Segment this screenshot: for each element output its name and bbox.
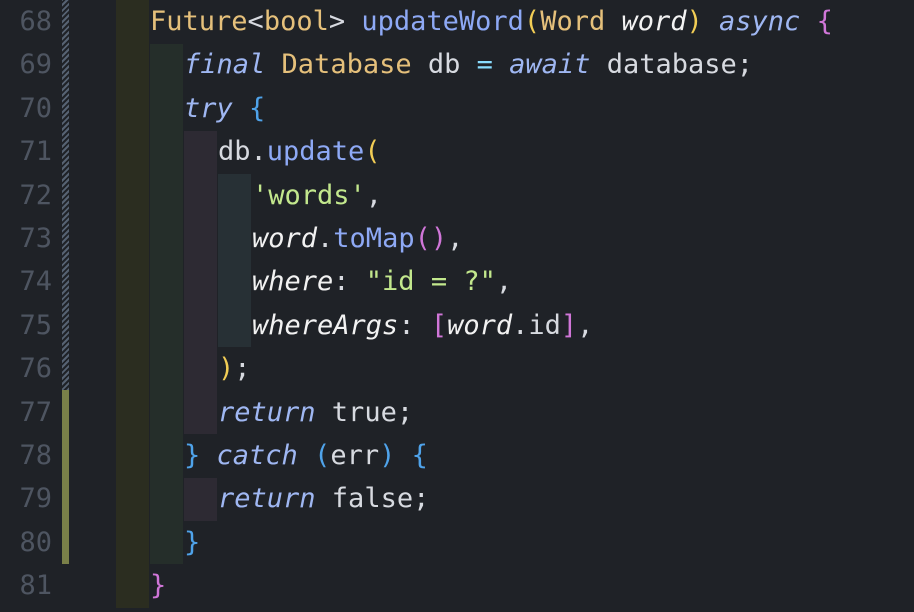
code-line[interactable]: } [150,564,166,607]
modified-lines-marker[interactable] [62,0,69,390]
identifier-token: true; [315,396,414,428]
indent-guide [184,131,217,434]
code-line[interactable]: } catch (err) { [184,434,428,477]
brace-token: { [232,92,266,124]
parameter-token: word [252,223,318,254]
code-line[interactable]: 'words', [252,174,382,217]
code-line[interactable]: return true; [218,391,413,434]
paren-token: ( [314,440,331,471]
function-name-token: update [266,136,365,168]
keyword-token: catch [216,440,298,471]
identifier-token: db [218,136,251,168]
indent-guide [150,44,183,564]
type-token: Future [150,6,248,37]
line-number: 75 [19,309,52,341]
punctuation-token: : [333,266,366,298]
code-line[interactable]: ); [218,347,251,390]
named-argument-token: where [252,266,334,298]
line-number: 74 [19,266,52,298]
identifier-token: id [528,309,561,341]
punctuation-token: . [512,309,529,341]
line-number: 79 [19,483,52,515]
line-number-gutter: 68 69 70 71 72 73 74 75 76 77 78 79 80 8… [0,0,62,612]
function-name-token: updateWord [361,6,524,37]
line-number: 76 [19,353,52,385]
punctuation-token: ; [234,353,251,385]
paren-token: ) [218,353,235,385]
brace-token: } [184,440,201,471]
string-token: "id = ?" [365,266,496,298]
function-name-token: toMap [333,223,415,254]
line-number: 68 [19,6,52,37]
line-number: 71 [19,136,52,168]
operator-token: = [476,49,493,81]
code-line[interactable]: where: "id = ?", [252,260,512,303]
indent-guide [116,0,149,608]
code-line[interactable]: db.update( [218,130,381,173]
punctuation-token: , [365,179,383,211]
punctuation-token: . [250,136,267,168]
identifier-token: db [411,49,477,81]
code-line[interactable]: whereArgs: [word.id], [252,304,593,347]
added-lines-marker[interactable] [62,390,69,564]
parameter-token: word [621,6,687,37]
punctuation-token: : [398,309,431,341]
paren-token: () [414,223,448,254]
type-token: Database [281,49,412,81]
brace-token: } [150,570,167,602]
named-argument-token: whereArgs [252,309,399,341]
keyword-token: try [184,92,233,124]
keyword-token: async [719,6,801,37]
keyword-token: return [218,396,316,428]
code-line[interactable]: try { [184,87,265,130]
paren-token: ) [686,6,720,37]
bracket-token: [ [430,309,448,341]
line-number: 72 [19,179,52,211]
keyword-token: return [218,483,316,515]
code-line[interactable]: } [184,521,200,564]
paren-token: ( [364,136,381,168]
identifier-token: err [330,440,380,471]
line-number: 73 [19,223,52,254]
line-number: 69 [19,49,52,81]
line-number: 80 [19,526,52,558]
brace-token: } [184,526,201,558]
paren-token: ( [523,6,541,37]
line-number: 78 [19,440,52,471]
line-number: 70 [19,92,52,124]
punctuation-token: . [317,223,334,254]
code-editor[interactable]: 68 69 70 71 72 73 74 75 76 77 78 79 80 8… [0,0,914,612]
punctuation-token: , [577,309,594,341]
code-line[interactable]: return false; [218,477,429,520]
paren-token: ) [379,440,396,471]
brace-token: { [800,6,833,37]
bracket-token: ] [560,309,578,341]
punctuation-token: , [495,266,513,298]
type-token: bool [263,6,329,37]
line-number: 81 [19,570,52,602]
identifier-token: false; [315,483,430,515]
code-line[interactable]: word.toMap(), [252,217,463,260]
identifier-token: database; [590,49,753,81]
keyword-token: final [184,49,266,81]
punctuation-token: , [447,223,464,254]
parameter-token: word [447,309,513,341]
keyword-token: await [509,49,591,81]
code-line[interactable]: final Database db = await database; [184,43,753,86]
brace-token: { [395,440,428,471]
punctuation-token: > [328,6,362,37]
string-token: 'words' [252,179,366,211]
type-token: Word [540,6,606,37]
indent-guide [218,174,251,347]
punctuation-token: < [247,6,264,37]
code-line[interactable]: Future<bool> updateWord(Word word) async… [150,0,833,43]
indent-guide [184,478,217,521]
line-number: 77 [19,396,52,428]
